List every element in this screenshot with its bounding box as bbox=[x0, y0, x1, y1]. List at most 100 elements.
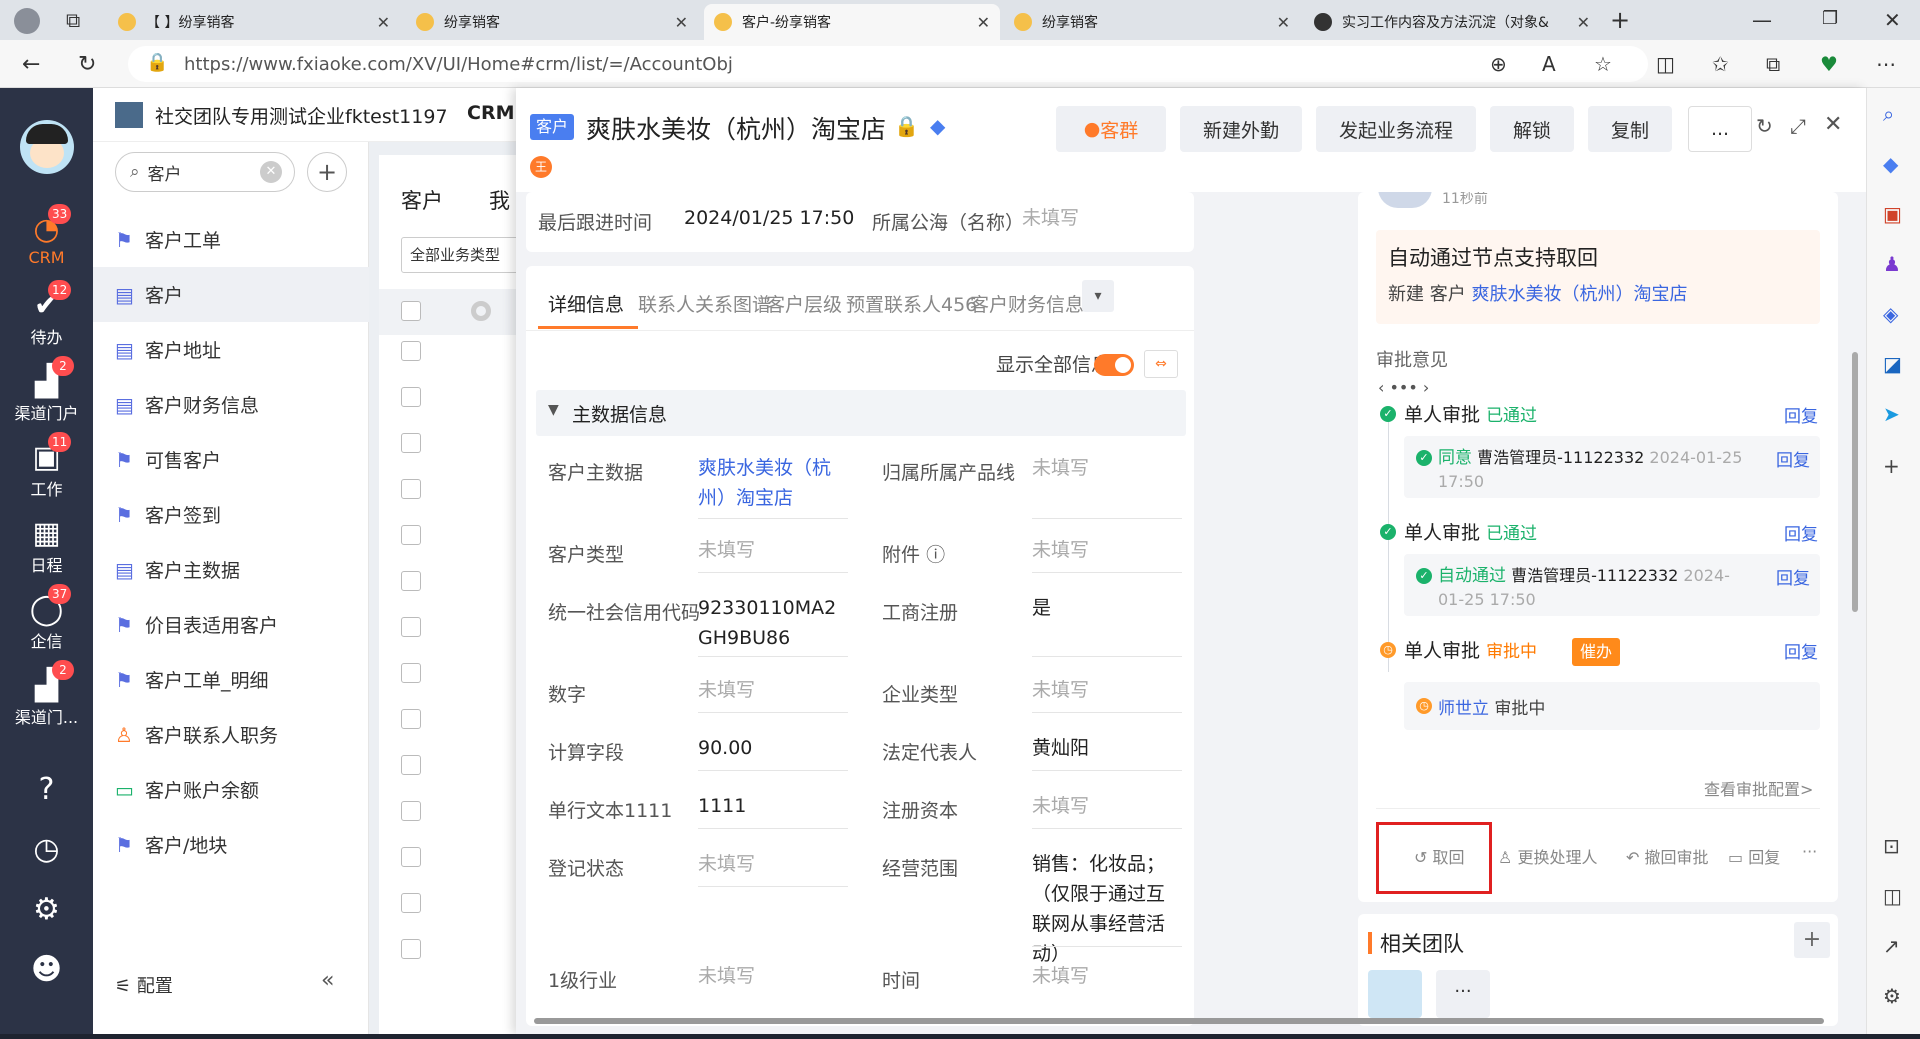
refresh-icon[interactable]: ↻ bbox=[78, 52, 96, 77]
unlock-button[interactable]: 解锁 bbox=[1490, 106, 1574, 152]
sidebar-toggle-icon[interactable]: ◫ bbox=[1883, 884, 1902, 908]
search-input[interactable]: ⌕ 客户 ✕ bbox=[115, 152, 295, 192]
row-checkbox[interactable] bbox=[401, 571, 421, 591]
owner-avatar[interactable]: 王 bbox=[530, 156, 552, 178]
notice-link[interactable]: 爽肤水美妆（杭州）淘宝店 bbox=[1471, 284, 1687, 305]
close-icon[interactable]: ✕ bbox=[675, 13, 688, 32]
close-icon[interactable]: ✕ bbox=[1824, 112, 1842, 137]
row-checkbox[interactable] bbox=[401, 433, 421, 453]
favorites-list-icon[interactable]: ✩ bbox=[1712, 52, 1729, 76]
sidebar-item-finance[interactable]: ▤ 客户财务信息 bbox=[93, 377, 369, 432]
tab-hierarchy[interactable]: 客户层级 bbox=[766, 290, 842, 317]
urge-button[interactable]: 催办 bbox=[1572, 638, 1621, 666]
timeline-nav-icon[interactable]: ‹ ••• › bbox=[1378, 378, 1429, 397]
vertical-scrollbar[interactable] bbox=[1850, 192, 1860, 1022]
add-button[interactable]: + bbox=[307, 152, 347, 192]
sidebar-item-ticket-detail[interactable]: ⚑ 客户工单_明细 bbox=[93, 652, 369, 707]
tab-actions-icon[interactable]: ⧉ bbox=[66, 8, 80, 32]
refresh-icon[interactable]: ↻ bbox=[1756, 114, 1773, 138]
user-avatar[interactable] bbox=[20, 120, 74, 174]
nav-channel-portal-2[interactable]: ▟ 渠道门... 2 bbox=[0, 660, 93, 728]
member-avatar[interactable] bbox=[1368, 970, 1422, 1018]
split-screen-icon[interactable]: ◫ bbox=[1656, 52, 1675, 76]
close-icon[interactable]: ✕ bbox=[977, 13, 990, 32]
browser-tab-3[interactable]: 客户-纷享销客 ✕ bbox=[704, 4, 1000, 40]
row-checkbox[interactable] bbox=[401, 341, 421, 361]
close-icon[interactable]: ✕ bbox=[377, 13, 390, 32]
row-checkbox[interactable] bbox=[401, 387, 421, 407]
reply-link[interactable]: 回复 bbox=[1784, 520, 1818, 545]
send-icon[interactable]: ➤ bbox=[1883, 402, 1900, 426]
browser-tab-4[interactable]: 纷享销客 ✕ bbox=[1004, 4, 1300, 40]
toolbox-icon[interactable]: ▣ bbox=[1883, 202, 1902, 226]
copilot-icon[interactable]: ◈ bbox=[1883, 302, 1898, 326]
sidebar-item-saleable[interactable]: ⚑ 可售客户 bbox=[93, 432, 369, 487]
add-icon[interactable]: + bbox=[1883, 454, 1900, 478]
tabs-dropdown-icon[interactable]: ▾ bbox=[1082, 280, 1114, 312]
list-tab-account[interactable]: 客户 bbox=[401, 185, 443, 215]
revoke-button[interactable]: ↶ 撤回审批 bbox=[1626, 844, 1709, 868]
reply-link[interactable]: 回复 bbox=[1776, 446, 1810, 471]
row-checkbox[interactable] bbox=[401, 663, 421, 683]
start-flow-button[interactable]: 发起业务流程 bbox=[1316, 106, 1476, 152]
row-checkbox[interactable] bbox=[401, 525, 421, 545]
clear-icon[interactable]: ✕ bbox=[260, 161, 282, 183]
favorite-icon[interactable]: ☆ bbox=[1594, 52, 1612, 76]
nav-crm[interactable]: ◔ CRM 33 bbox=[0, 204, 93, 267]
more-icon[interactable]: ⋯ bbox=[1876, 52, 1896, 76]
sidebar-item-checkin[interactable]: ⚑ 客户签到 bbox=[93, 487, 369, 542]
minimize-icon[interactable]: — bbox=[1752, 8, 1772, 32]
more-icon[interactable]: ··· bbox=[1802, 842, 1817, 861]
new-tab-icon[interactable]: + bbox=[1610, 6, 1630, 34]
sidebar-item-address[interactable]: ▤ 客户地址 bbox=[93, 322, 369, 377]
sidebar-item-balance[interactable]: ▭ 客户账户余额 bbox=[93, 762, 369, 817]
row-checkbox[interactable] bbox=[401, 939, 421, 959]
close-icon[interactable]: ✕ bbox=[1277, 13, 1290, 32]
back-icon[interactable]: ← bbox=[22, 52, 40, 77]
fullscreen-icon[interactable]: ⤢ bbox=[1790, 114, 1806, 138]
collapse-icon[interactable]: « bbox=[321, 968, 334, 993]
customer-group-button[interactable]: ● 客群 bbox=[1056, 106, 1166, 152]
reply-link[interactable]: 回复 bbox=[1776, 564, 1810, 589]
nav-todo[interactable]: ✔ 待办 12 bbox=[0, 280, 93, 348]
window-close-icon[interactable]: ✕ bbox=[1884, 8, 1901, 32]
clock-icon[interactable]: ◷ bbox=[0, 832, 93, 868]
sidebar-item-plot[interactable]: ⚑ 客户/地块 bbox=[93, 817, 369, 872]
sidebar-item-pricebook[interactable]: ⚑ 价目表适用客户 bbox=[93, 597, 369, 652]
zoom-icon[interactable]: ⊕ bbox=[1490, 52, 1507, 76]
tab-finance[interactable]: 客户财务信息 bbox=[970, 290, 1084, 317]
row-checkbox[interactable] bbox=[401, 479, 421, 499]
screenshot-icon[interactable]: ⊡ bbox=[1883, 834, 1900, 858]
nav-channel-portal[interactable]: ▟ 渠道门户 2 bbox=[0, 356, 93, 424]
nav-work[interactable]: ▣ 工作 11 bbox=[0, 432, 93, 500]
horizontal-scrollbar[interactable] bbox=[526, 1016, 1846, 1026]
extension-icon[interactable]: ♥ bbox=[1820, 52, 1838, 76]
show-all-toggle[interactable] bbox=[1094, 354, 1134, 376]
config-button[interactable]: ⚟ 配置 bbox=[115, 972, 173, 998]
help-icon[interactable]: ⓘ bbox=[926, 544, 945, 566]
sidebar-item-contact-role[interactable]: ♙ 客户联系人职务 bbox=[93, 707, 369, 762]
nav-chat[interactable]: ◯ 企信 37 bbox=[0, 584, 93, 652]
settings-icon[interactable]: ⚙ bbox=[0, 892, 93, 928]
radio-icon[interactable] bbox=[471, 301, 491, 321]
close-icon[interactable]: ✕ bbox=[1577, 13, 1590, 32]
user-settings-icon[interactable]: ☻ bbox=[0, 952, 93, 988]
profile-avatar[interactable] bbox=[14, 8, 40, 34]
tab-detail[interactable]: 详细信息 bbox=[548, 290, 624, 317]
business-type-filter[interactable]: 全部业务类型 bbox=[401, 237, 521, 273]
section-header[interactable]: ▼ 主数据信息 bbox=[536, 390, 1186, 436]
open-external-icon[interactable]: ↗ bbox=[1883, 934, 1900, 958]
sidebar-item-account[interactable]: ▤ 客户 bbox=[93, 267, 369, 322]
copy-button[interactable]: 复制 bbox=[1588, 106, 1672, 152]
reply-link[interactable]: 回复 bbox=[1784, 638, 1818, 663]
browser-tab-2[interactable]: 纷享销客 ✕ bbox=[406, 4, 698, 40]
new-field-work-button[interactable]: 新建外勤 bbox=[1180, 106, 1302, 152]
reply-button[interactable]: ▭ 回复 bbox=[1728, 844, 1780, 868]
settings-icon[interactable]: ⚙ bbox=[1883, 984, 1901, 1008]
help-icon[interactable]: ? bbox=[0, 772, 93, 808]
outlook-icon[interactable]: ◪ bbox=[1883, 352, 1902, 376]
browser-tab-1[interactable]: 【 】纷享销客 ✕ bbox=[108, 4, 400, 40]
change-handler-button[interactable]: ♙ 更换处理人 bbox=[1498, 844, 1597, 868]
add-member-icon[interactable]: + bbox=[1794, 922, 1830, 958]
tab-contact-graph[interactable]: 联系人关系图谱 bbox=[638, 290, 771, 317]
